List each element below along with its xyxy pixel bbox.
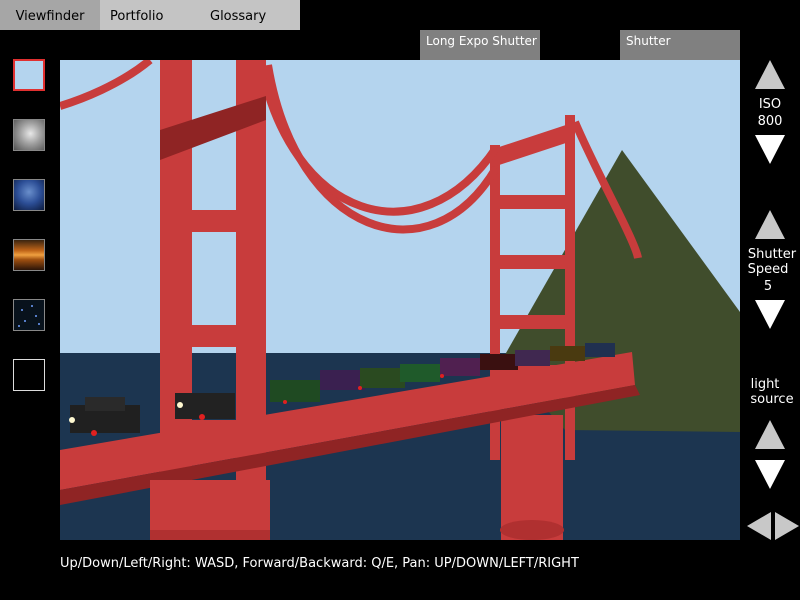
iso-up-arrow-icon[interactable] xyxy=(754,60,786,90)
pan-right-arrow-icon[interactable] xyxy=(774,511,800,541)
sky-preset-sunset[interactable] xyxy=(13,239,45,271)
controls-hint: Up/Down/Left/Right: WASD, Forward/Backwa… xyxy=(60,556,579,571)
shutter-speed-value: 5 xyxy=(763,279,773,294)
sky-preset-deep-blue[interactable] xyxy=(13,179,45,211)
iso-down-arrow-icon[interactable] xyxy=(754,135,786,165)
scene-viewport[interactable] xyxy=(60,60,740,540)
shutter-speed-label-1: Shutter xyxy=(747,247,797,262)
front-pier-shadow xyxy=(150,530,270,540)
shutter-button[interactable]: Shutter xyxy=(620,30,740,60)
iso-value: 800 xyxy=(757,114,783,129)
light-source-down-arrow-icon[interactable] xyxy=(754,460,786,490)
shutter-speed-down-arrow-icon[interactable] xyxy=(754,300,786,330)
light-source-label-1: light xyxy=(750,377,780,392)
tab-glossary[interactable]: Glossary xyxy=(200,0,300,30)
sky-preset-dark[interactable] xyxy=(13,359,45,391)
sky-preset-overcast[interactable] xyxy=(13,119,45,151)
shutter-speed-label-2: Speed xyxy=(747,262,789,277)
tab-portfolio[interactable]: Portfolio xyxy=(100,0,200,30)
tab-viewfinder[interactable]: Viewfinder xyxy=(0,0,100,30)
sky-preset-night-stars[interactable] xyxy=(13,299,45,331)
long-expo-shutter-button[interactable]: Long Expo Shutter xyxy=(420,30,540,60)
sky-preset-clear-blue[interactable] xyxy=(13,59,45,91)
pan-left-arrow-icon[interactable] xyxy=(746,511,772,541)
back-pier-base xyxy=(500,520,564,540)
iso-label: ISO xyxy=(758,97,782,112)
light-source-label-2: source xyxy=(750,392,794,407)
top-tab-bar: Viewfinder Portfolio Glossary xyxy=(0,0,300,30)
stars-icon xyxy=(18,305,40,327)
shutter-speed-up-arrow-icon[interactable] xyxy=(754,210,786,240)
light-source-up-arrow-icon[interactable] xyxy=(754,420,786,450)
